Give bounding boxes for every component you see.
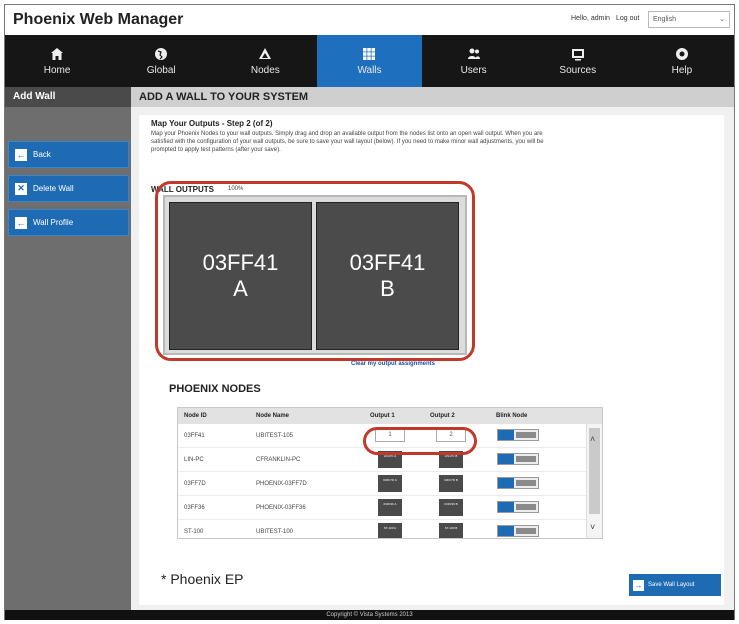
app-window: Phoenix Web Manager Hello, admin Log out… <box>4 4 735 620</box>
chevron-down-icon[interactable]: ˅ <box>590 522 595 532</box>
blink-node-toggle[interactable] <box>497 453 539 465</box>
nav-global[interactable]: Global <box>109 35 213 87</box>
table-row: 03FF7D PHOENIX-03FF7D 03FF7D A 03FF7D B <box>178 472 588 496</box>
save-wall-layout-button[interactable]: → Save Wall Layout <box>629 574 721 596</box>
globe-icon <box>155 47 168 60</box>
language-value: English <box>653 16 676 23</box>
sidebar-header: Add Wall <box>5 87 131 107</box>
sidebar: Add Wall ← Back ✕ Delete Wall ← Wall Pro… <box>5 87 131 611</box>
logout-link[interactable]: Log out <box>616 15 639 22</box>
wall-profile-button-label: Wall Profile <box>33 218 74 227</box>
nav-home-label: Home <box>43 64 71 76</box>
node-name: UBITEST-100 <box>256 529 294 535</box>
close-x-icon: ✕ <box>15 182 27 195</box>
output-1-tile[interactable]: ST-100 A <box>378 523 402 538</box>
col-output-2: Output 2 <box>430 413 455 419</box>
blink-node-toggle[interactable] <box>497 501 539 513</box>
nav-walls-label: Walls <box>357 64 382 76</box>
page-title: ADD A WALL TO YOUR SYSTEM <box>131 87 734 107</box>
output-1-tile[interactable]: 03FF7D A <box>378 475 402 492</box>
back-button-label: Back <box>33 150 51 159</box>
nav-help[interactable]: Help <box>630 35 734 87</box>
node-name: UBITEST-105 <box>256 433 294 439</box>
table-row: 03FF36 PHOENIX-03FF36 03FF36 A 03FF36 B <box>178 496 588 520</box>
sources-icon <box>571 48 584 60</box>
output-2-tile[interactable]: ST-100 B <box>439 523 463 538</box>
users-icon <box>467 48 480 59</box>
app-title: Phoenix Web Manager <box>13 11 184 28</box>
blink-node-toggle[interactable] <box>497 429 539 441</box>
nav-nodes[interactable]: Nodes <box>213 35 317 87</box>
col-output-1: Output 1 <box>370 413 395 419</box>
node-id: ST-100 <box>184 529 204 535</box>
delete-wall-button[interactable]: ✕ Delete Wall <box>8 175 129 202</box>
back-button[interactable]: ← Back <box>8 141 129 168</box>
output-2-tile[interactable]: 03FF7D B <box>439 475 463 492</box>
nav-sources[interactable]: Sources <box>526 35 630 87</box>
wall-profile-button[interactable]: ← Wall Profile <box>8 209 129 236</box>
table-scrollbar[interactable]: ˄ ˅ <box>586 424 602 538</box>
user-greeting: Hello, admin <box>571 15 610 22</box>
nav-home[interactable]: Home <box>5 35 109 87</box>
output-assignment-highlight <box>363 427 477 455</box>
node-name: PHOENIX-03FF7D <box>256 481 307 487</box>
node-id: 03FF7D <box>184 481 206 487</box>
arrow-left-icon: ← <box>15 216 27 229</box>
nav-help-label: Help <box>671 64 693 76</box>
walls-grid-icon <box>363 47 376 60</box>
step-description: Map your Phoenix Nodes to your wall outp… <box>151 131 544 153</box>
footer-copyright: Copyright © Vista Systems 2013 <box>5 610 734 620</box>
arrow-left-icon: ← <box>15 148 27 161</box>
help-icon <box>675 47 688 60</box>
save-wall-layout-label: Save Wall Layout <box>648 582 695 588</box>
chevron-up-icon[interactable]: ˄ <box>590 434 595 444</box>
main-nav: Home Global Nodes Walls Users Sources He… <box>5 35 734 87</box>
node-name: CFRANKLIN-PC <box>256 457 301 463</box>
title-bar: Phoenix Web Manager Hello, admin Log out… <box>5 5 734 35</box>
step-title: Map Your Outputs - Step 2 (of 2) <box>151 119 273 128</box>
output-2-tile[interactable]: 03FF36 B <box>439 499 463 516</box>
language-select[interactable]: English ⌄ <box>648 11 730 28</box>
clear-assignments-link[interactable]: Clear my output assignments <box>351 361 435 367</box>
col-node-id: Node ID <box>184 413 207 419</box>
table-header: Node ID Node Name Output 1 Output 2 Blin… <box>178 408 602 424</box>
node-name: PHOENIX-03FF36 <box>256 505 306 511</box>
nav-users[interactable]: Users <box>422 35 526 87</box>
nodes-section-title: PHOENIX NODES <box>169 383 261 395</box>
node-id: LIN-PC <box>184 457 204 463</box>
delete-wall-button-label: Delete Wall <box>33 184 74 193</box>
nodes-icon <box>259 47 272 59</box>
phoenix-ep-note: * Phoenix EP <box>161 571 244 587</box>
wall-outputs-highlight <box>155 181 475 361</box>
content-area: Map Your Outputs - Step 2 (of 2) Map you… <box>139 115 724 605</box>
main-panel: ADD A WALL TO YOUR SYSTEM Map Your Outpu… <box>131 87 734 611</box>
col-blink-node: Blink Node <box>496 413 528 419</box>
arrow-right-icon: → <box>633 579 644 591</box>
nav-nodes-label: Nodes <box>250 64 280 76</box>
table-row: ST-100 UBITEST-100 ST-100 A ST-100 B <box>178 520 588 538</box>
col-node-name: Node Name <box>256 413 290 419</box>
blink-node-toggle[interactable] <box>497 525 539 537</box>
nav-sources-label: Sources <box>559 64 597 76</box>
chevron-down-icon: ⌄ <box>719 16 725 23</box>
node-id: 03FF41 <box>184 433 205 439</box>
nav-global-label: Global <box>146 64 176 76</box>
home-icon <box>51 47 64 60</box>
output-1-tile[interactable]: 03FF36 A <box>378 499 402 516</box>
nav-walls[interactable]: Walls <box>317 35 422 87</box>
nav-users-label: Users <box>460 64 487 76</box>
node-id: 03FF36 <box>184 505 205 511</box>
blink-node-toggle[interactable] <box>497 477 539 489</box>
